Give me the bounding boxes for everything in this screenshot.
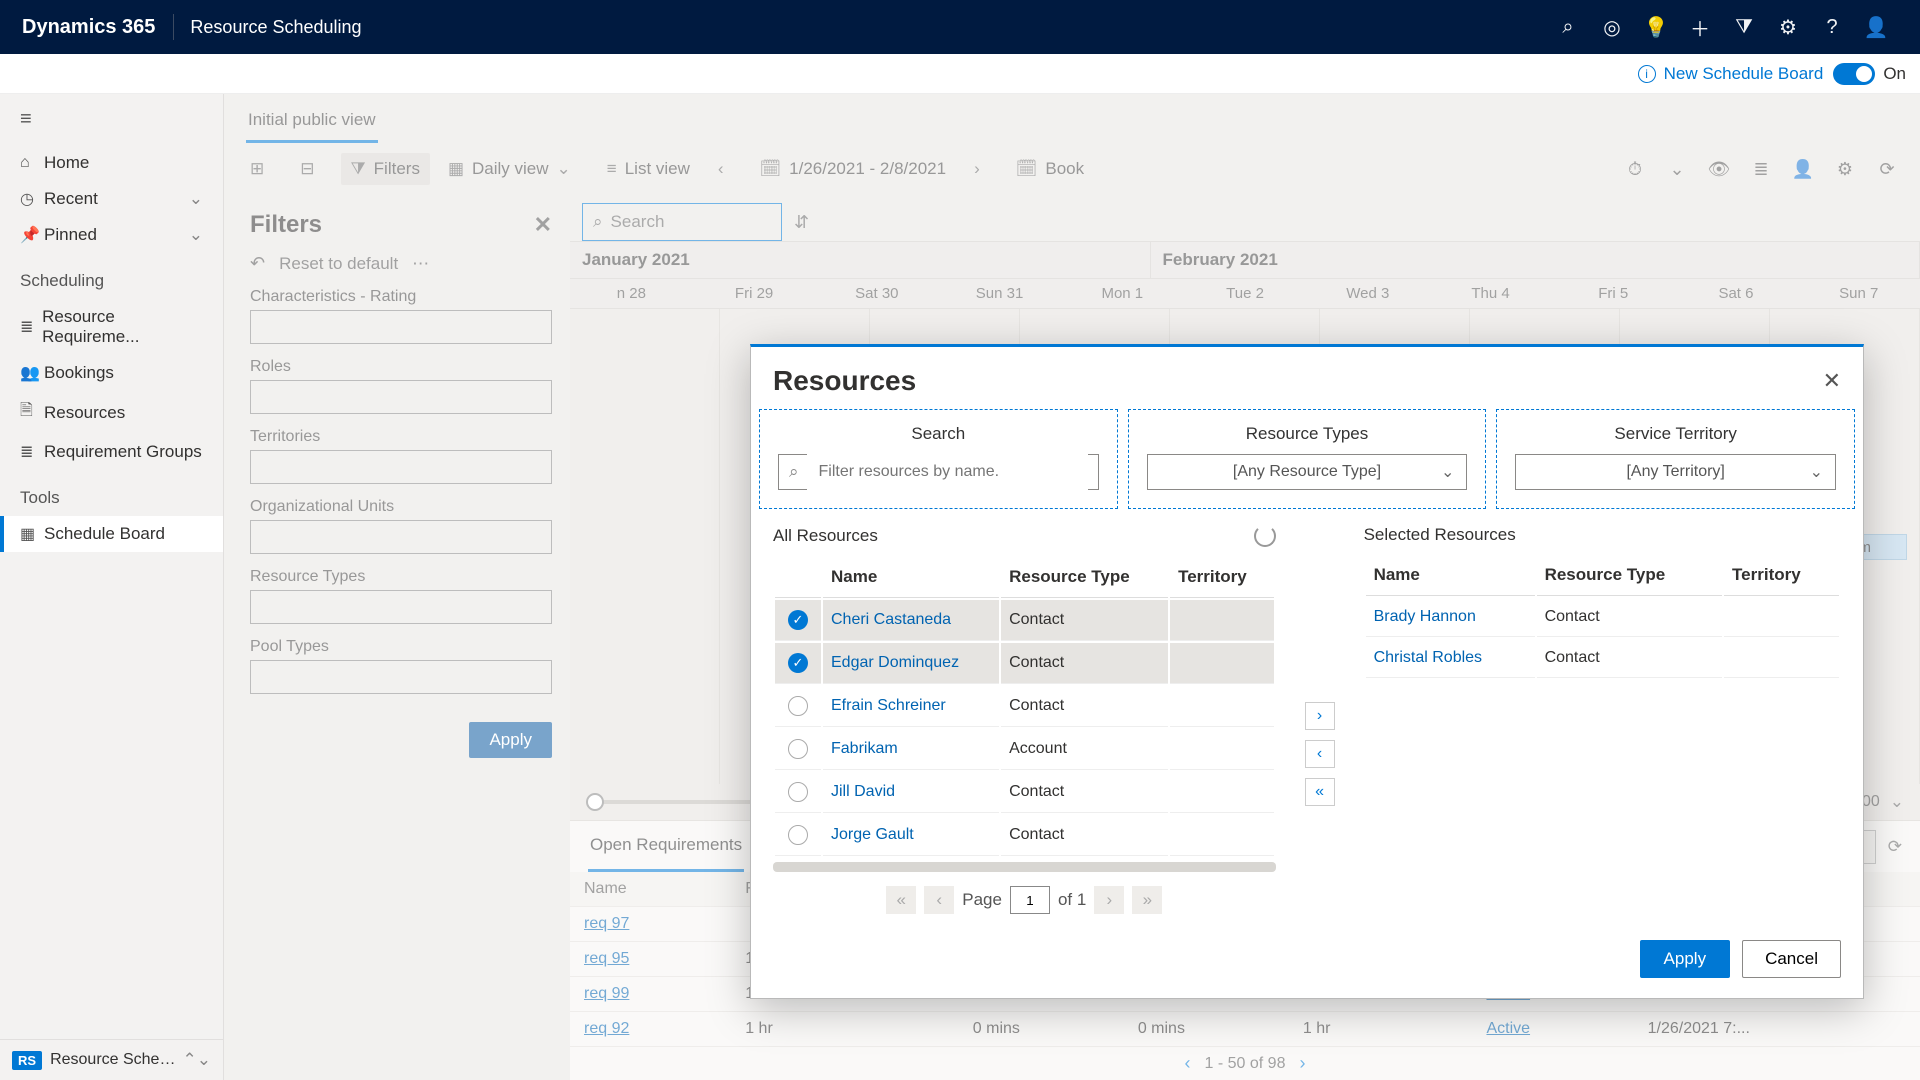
schedule-toggle-row: i New Schedule Board On <box>0 54 1920 94</box>
list-item[interactable]: Christal RoblesContact <box>1366 639 1839 678</box>
resource-types-select[interactable]: [Any Resource Type]⌄ <box>1147 454 1468 490</box>
header-divider <box>173 14 174 40</box>
resource-link[interactable]: Christal Robles <box>1366 639 1535 678</box>
chevron-down-icon: ⌄ <box>1810 462 1823 482</box>
nav-requirement-groups[interactable]: ≣Requirement Groups <box>0 434 223 470</box>
move-right-button[interactable]: › <box>1305 702 1335 730</box>
schedule-toggle-state: On <box>1883 64 1906 84</box>
mover-buttons: › ‹ « <box>1290 519 1350 928</box>
area-switcher[interactable]: RS Resource Scheduli... ⌃⌄ <box>0 1039 223 1080</box>
chevron-down-icon: ⌄ <box>1441 462 1454 482</box>
list-item[interactable]: Efrain SchreinerContact <box>775 686 1274 727</box>
move-all-left-button[interactable]: « <box>1305 778 1335 806</box>
gear-icon[interactable]: ⚙ <box>1766 15 1810 40</box>
list-item[interactable]: Jill DavidContact <box>775 772 1274 813</box>
schedule-toggle-switch[interactable] <box>1833 63 1875 85</box>
nav-schedule-board[interactable]: ▦Schedule Board <box>0 516 223 552</box>
search-icon[interactable]: ⌕ <box>1546 16 1590 39</box>
resources-dialog: Resources ✕ Search ⌕ Resource Types [Any… <box>750 344 1864 999</box>
section-scheduling: Scheduling <box>0 253 223 299</box>
row-checkbox[interactable] <box>788 696 808 716</box>
horizontal-scrollbar[interactable] <box>773 862 1276 872</box>
row-checkbox[interactable]: ✓ <box>788 653 808 673</box>
next-page-icon[interactable]: › <box>1094 886 1124 914</box>
resource-link[interactable]: Fabrikam <box>823 729 999 770</box>
task-icon[interactable]: ◎ <box>1590 15 1634 40</box>
nav-bookings[interactable]: 👥Bookings <box>0 355 223 391</box>
global-header: Dynamics 365 Resource Scheduling ⌕ ◎ 💡 ＋… <box>0 0 1920 54</box>
resource-link[interactable]: Efrain Schreiner <box>823 686 999 727</box>
left-nav: ≡ ⌂Home ◷Recent⌄ 📌Pinned⌄ Scheduling ≣Re… <box>0 94 224 1080</box>
move-left-button[interactable]: ‹ <box>1305 740 1335 768</box>
schedule-toggle-label: New Schedule Board <box>1664 64 1824 84</box>
section-tools: Tools <box>0 470 223 516</box>
close-icon[interactable]: ✕ <box>1823 368 1841 394</box>
cancel-button[interactable]: Cancel <box>1742 940 1841 978</box>
list-item[interactable]: FabrikamAccount <box>775 729 1274 770</box>
resource-link[interactable]: Cheri Castaneda <box>823 600 999 641</box>
area-label: Resource Scheduling <box>190 17 361 38</box>
add-icon[interactable]: ＋ <box>1678 13 1722 42</box>
row-checkbox[interactable]: ✓ <box>788 610 808 630</box>
updown-icon: ⌃⌄ <box>183 1050 212 1070</box>
resource-link[interactable]: Jill David <box>823 772 999 813</box>
filter-icon[interactable]: ⧩ <box>1722 16 1766 39</box>
resource-link[interactable]: Brady Hannon <box>1366 598 1535 637</box>
selected-resources-pane: Selected Resources Name Resource Type Te… <box>1350 519 1855 928</box>
loading-spinner-icon <box>1254 525 1276 547</box>
resource-name-filter[interactable] <box>807 454 1088 490</box>
search-group: Search ⌕ <box>759 409 1118 509</box>
resource-types-group: Resource Types [Any Resource Type]⌄ <box>1128 409 1487 509</box>
first-page-icon[interactable]: « <box>886 886 916 914</box>
row-checkbox[interactable] <box>788 782 808 802</box>
nav-pinned[interactable]: 📌Pinned⌄ <box>0 217 223 253</box>
list-item[interactable]: Jorge GaultContact <box>775 815 1274 856</box>
last-page-icon[interactable]: » <box>1132 886 1162 914</box>
list-item[interactable]: ✓Cheri CastanedaContact <box>775 600 1274 641</box>
service-territory-group: Service Territory [Any Territory]⌄ <box>1496 409 1855 509</box>
help-icon[interactable]: ? <box>1810 16 1854 39</box>
chevron-down-icon: ⌄ <box>189 225 203 245</box>
prev-page-icon[interactable]: ‹ <box>924 886 954 914</box>
nav-resource-requirements[interactable]: ≣Resource Requireme... <box>0 299 223 355</box>
all-resources-pane: All Resources Name Resource Type Territo… <box>759 519 1290 928</box>
hamburger-icon[interactable]: ≡ <box>0 94 223 145</box>
list-item[interactable]: Brady HannonContact <box>1366 598 1839 637</box>
nav-recent[interactable]: ◷Recent⌄ <box>0 181 223 217</box>
nav-home[interactable]: ⌂Home <box>0 145 223 181</box>
page-input[interactable] <box>1010 886 1050 914</box>
apply-button[interactable]: Apply <box>1640 940 1731 978</box>
row-checkbox[interactable] <box>788 825 808 845</box>
search-icon: ⌕ <box>789 462 799 482</box>
info-icon[interactable]: i <box>1638 65 1656 83</box>
chevron-down-icon: ⌄ <box>189 189 203 209</box>
resource-link[interactable]: Jorge Gault <box>823 815 999 856</box>
dialog-title: Resources <box>773 365 916 397</box>
list-item[interactable]: ✓Edgar DominquezContact <box>775 643 1274 684</box>
left-pager: « ‹ Page of 1 › » <box>773 872 1276 928</box>
service-territory-select[interactable]: [Any Territory]⌄ <box>1515 454 1836 490</box>
lightbulb-icon[interactable]: 💡 <box>1634 15 1678 40</box>
brand: Dynamics 365 <box>22 16 155 39</box>
nav-resources[interactable]: 🗎Resources <box>0 391 223 434</box>
row-checkbox[interactable] <box>788 739 808 759</box>
resource-link[interactable]: Edgar Dominquez <box>823 643 999 684</box>
user-icon[interactable]: 👤 <box>1854 15 1898 40</box>
